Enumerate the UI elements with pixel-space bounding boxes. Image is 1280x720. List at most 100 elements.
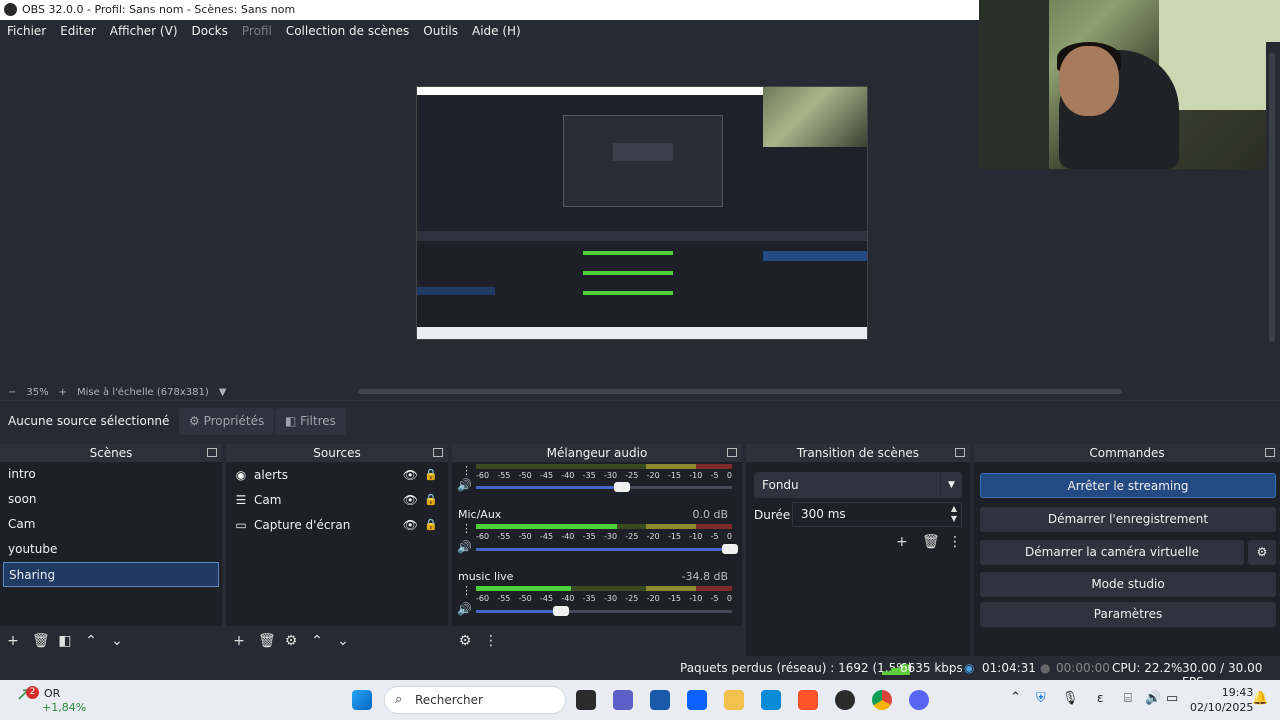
preview-horizontal-scrollbar[interactable] <box>358 389 1122 394</box>
battery-icon[interactable]: ▭ <box>1166 691 1178 706</box>
chevron-down-icon[interactable]: ⌄ <box>110 633 124 649</box>
scene-item[interactable]: intro <box>0 462 222 487</box>
discord-icon[interactable] <box>909 690 929 710</box>
menu-profil[interactable]: Profil <box>242 24 272 38</box>
network-icon[interactable]: ⌸ <box>1124 691 1132 706</box>
remote-desktop-icon[interactable] <box>761 690 781 710</box>
trash-icon[interactable]: 🗑 <box>922 534 940 550</box>
more-icon[interactable]: ⋮ <box>461 522 472 535</box>
volume-icon[interactable]: 🔊 <box>1145 691 1161 706</box>
spinner-icon[interactable]: ▲ ▼ <box>951 504 957 524</box>
menu-afficher[interactable]: Afficher (V) <box>110 24 178 38</box>
menu-fichier[interactable]: Fichier <box>7 24 46 38</box>
menu-collection-scenes[interactable]: Collection de scènes <box>286 24 409 38</box>
ime-indicator[interactable]: ε <box>1097 691 1104 705</box>
chevron-up-icon[interactable]: ⌃ <box>84 633 98 649</box>
mixer-channel: Mic/Aux 0.0 dB ⋮ -60 -55 -50 -45 -40 -35 -30 -2… <box>452 508 742 570</box>
zoom-out-button[interactable]: − <box>8 387 16 398</box>
lock-icon[interactable]: 🔒 <box>424 493 438 506</box>
scene-item-selected[interactable]: Sharing <box>3 562 219 587</box>
volume-slider[interactable] <box>476 544 738 554</box>
chevron-up-icon[interactable]: ⌃ <box>1010 690 1021 705</box>
advanced-audio-icon[interactable]: ⚙ <box>458 633 472 649</box>
no-source-label: Aucune source sélectionné <box>8 414 170 428</box>
preview-vertical-scrollbar[interactable] <box>1266 42 1280 384</box>
filter-icon[interactable]: ◧ <box>58 633 72 649</box>
scene-item[interactable]: soon <box>0 487 222 512</box>
speaker-icon[interactable]: 🔊 <box>457 478 472 492</box>
speaker-icon[interactable]: 🔊 <box>457 602 472 616</box>
store-icon[interactable] <box>650 690 670 710</box>
start-recording-button[interactable]: Démarrer l'enregistrement <box>980 507 1276 532</box>
undock-icon[interactable] <box>727 448 737 457</box>
source-item[interactable]: ◉ alerts 👁 🔒 <box>226 462 448 487</box>
more-icon[interactable]: ⋮ <box>484 633 498 649</box>
file-explorer-icon[interactable] <box>724 690 744 710</box>
undock-icon[interactable] <box>1265 448 1275 457</box>
windows-start-icon[interactable] <box>352 690 372 710</box>
duration-input[interactable]: 300 ms ▲ ▼ <box>792 502 962 527</box>
more-icon[interactable]: ⋮ <box>948 534 962 550</box>
scale-label: Mise à l'échelle (678x381) <box>77 386 209 398</box>
source-item[interactable]: ▭ Capture d'écran 👁 🔒 <box>226 512 448 537</box>
undock-icon[interactable] <box>433 448 443 457</box>
stock-widget[interactable]: ↗ 2 OR +1,84% <box>16 684 86 714</box>
trash-icon[interactable]: 🗑 <box>32 633 50 649</box>
eye-icon[interactable]: 👁 <box>403 493 418 507</box>
volume-slider[interactable] <box>476 482 732 492</box>
notifications-icon[interactable]: 🔔 <box>1252 691 1268 706</box>
eye-icon[interactable]: 👁 <box>403 468 418 482</box>
add-icon[interactable]: + <box>6 633 20 649</box>
dropbox-icon[interactable] <box>687 690 707 710</box>
filters-button[interactable]: ◧ Filtres <box>275 408 346 435</box>
menu-editer[interactable]: Editer <box>60 24 96 38</box>
settings-button[interactable]: Paramètres <box>980 602 1276 627</box>
scene-item[interactable]: Cam <box>0 512 222 537</box>
volume-slider[interactable] <box>476 606 732 616</box>
gear-icon[interactable]: ⚙ <box>284 633 298 649</box>
tick-label: -35 <box>582 471 596 480</box>
chrome-icon[interactable] <box>872 690 892 710</box>
scene-item[interactable]: youtube <box>0 537 222 562</box>
undock-icon[interactable] <box>207 448 217 457</box>
chevron-up-icon[interactable]: ⌃ <box>310 633 324 649</box>
defender-icon[interactable]: ⛨ <box>1036 691 1046 706</box>
more-icon[interactable]: ⋮ <box>461 584 472 597</box>
clock[interactable]: 19:43 02/10/2025 <box>1190 685 1253 715</box>
chevron-down-icon[interactable]: ⌄ <box>336 633 350 649</box>
task-view-icon[interactable] <box>576 690 596 710</box>
menu-aide[interactable]: Aide (H) <box>472 24 521 38</box>
virtual-camera-button[interactable]: Démarrer la caméra virtuelle <box>980 540 1244 565</box>
transition-select[interactable]: Fondu ▼ <box>754 472 962 498</box>
stock-name: OR <box>44 687 61 700</box>
virtual-camera-settings-button[interactable]: ⚙ <box>1248 540 1276 565</box>
properties-button[interactable]: ⚙ Propriétés <box>179 408 275 435</box>
lock-icon[interactable]: 🔒 <box>424 518 438 531</box>
eye-icon[interactable]: 👁 <box>403 518 418 532</box>
stop-streaming-button[interactable]: Arrêter le streaming <box>980 473 1276 498</box>
speaker-icon[interactable]: 🔊 <box>457 540 472 554</box>
studio-mode-button[interactable]: Mode studio <box>980 572 1276 597</box>
tick-label: -45 <box>539 532 554 541</box>
more-icon[interactable]: ⋮ <box>461 464 472 477</box>
trash-icon[interactable]: 🗑 <box>258 633 276 649</box>
preview-canvas[interactable] <box>416 86 868 340</box>
brave-icon[interactable] <box>798 690 818 710</box>
undock-icon[interactable] <box>955 448 965 457</box>
obs-icon[interactable] <box>835 690 855 710</box>
lock-icon[interactable]: 🔒 <box>424 468 438 481</box>
menu-docks[interactable]: Docks <box>192 24 228 38</box>
scenes-title: Scènes <box>89 446 133 460</box>
microphone-icon[interactable]: 🎙 <box>1062 691 1079 706</box>
add-icon[interactable]: + <box>232 633 246 649</box>
source-item[interactable]: ☰ Cam 👁 🔒 <box>226 487 448 512</box>
menu-outils[interactable]: Outils <box>423 24 458 38</box>
add-icon[interactable]: + <box>896 534 908 550</box>
zoom-in-button[interactable]: + <box>59 387 67 398</box>
tick-label: -10 <box>689 532 703 541</box>
teams-icon[interactable] <box>613 690 633 710</box>
scale-dropdown-icon[interactable]: ▼ <box>219 387 227 398</box>
context-bar: Aucune source sélectionné ⚙ Propriétés ◧… <box>0 400 1280 442</box>
tick-label: -25 <box>625 594 639 603</box>
taskbar-search[interactable]: ⌕ Rechercher <box>384 686 566 714</box>
